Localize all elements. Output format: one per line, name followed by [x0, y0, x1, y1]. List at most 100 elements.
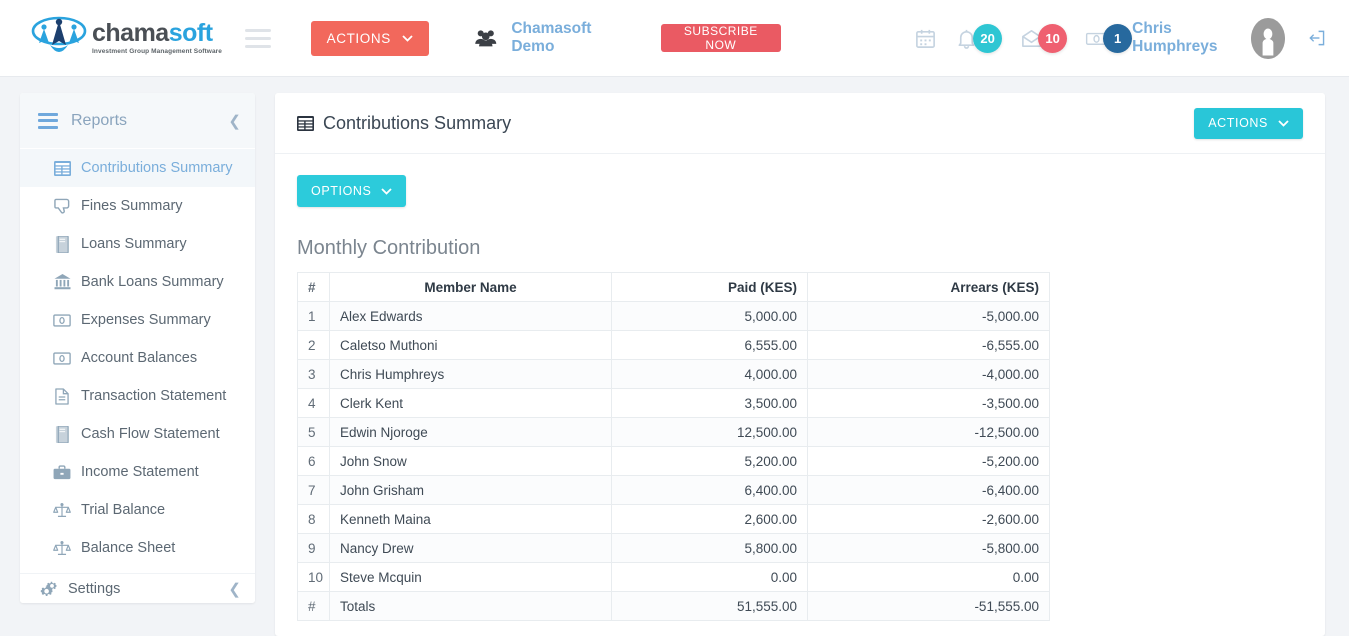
sidebar-item-fines-summary[interactable]: Fines Summary — [20, 187, 255, 225]
user-area: Chris Humphreys — [1132, 17, 1327, 59]
col-header-member-name: Member Name — [329, 272, 612, 302]
panel-actions-label: ACTIONS — [1208, 116, 1268, 130]
payments-notification[interactable]: 1 — [1085, 23, 1133, 53]
row-index: 10 — [297, 562, 330, 592]
group-name-label[interactable]: Chamasoft Demo — [511, 20, 618, 56]
sidebar-item-label: Balance Sheet — [81, 540, 176, 556]
table-report-icon — [53, 159, 71, 177]
row-arrears: 0.00 — [807, 562, 1050, 592]
table-row[interactable]: 5 Edwin Njoroge 12,500.00 -12,500.00 — [297, 417, 1050, 447]
totals-arrears: -51,555.00 — [807, 591, 1050, 621]
hamburger-bar — [245, 28, 271, 32]
sidebar-collapse-icon[interactable]: ❮ — [228, 112, 241, 130]
subscribe-now-button[interactable]: SUBSCRIBE NOW — [660, 24, 782, 52]
row-arrears: -5,800.00 — [807, 533, 1050, 563]
options-button[interactable]: OPTIONS — [297, 175, 407, 207]
sidebar-item-label: Fines Summary — [81, 198, 183, 214]
row-index: 8 — [297, 504, 330, 534]
panel-header: Contributions Summary ACTIONS — [275, 93, 1325, 154]
row-paid: 3,500.00 — [611, 388, 808, 418]
row-paid: 5,200.00 — [611, 446, 808, 476]
row-index: 2 — [297, 330, 330, 360]
money-icon — [53, 349, 71, 367]
row-index: 5 — [297, 417, 330, 447]
row-arrears: -6,400.00 — [807, 475, 1050, 505]
hamburger-bar — [245, 36, 271, 40]
table-row[interactable]: 1 Alex Edwards 5,000.00 -5,000.00 — [297, 301, 1050, 331]
contributions-table: # Member Name Paid (KES) Arrears (KES) 1… — [297, 272, 1050, 621]
messages-notification[interactable]: 10 — [1020, 23, 1068, 53]
panel-actions-button[interactable]: ACTIONS — [1194, 107, 1303, 139]
avatar[interactable] — [1251, 17, 1286, 59]
row-member-name: Chris Humphreys — [329, 359, 612, 389]
row-arrears: -5,000.00 — [807, 301, 1050, 331]
app-logo[interactable]: chamasoft Investment Group Management So… — [30, 15, 222, 61]
sidebar-item-settings[interactable]: Settings ❮ — [20, 573, 255, 603]
sidebar-item-account-balances[interactable]: Account Balances — [20, 339, 255, 377]
page-title: Contributions Summary — [323, 112, 512, 133]
sidebar-menu: Contributions Summary Fines Summary Loans … — [20, 149, 255, 567]
sidebar-item-balance-sheet[interactable]: Balance Sheet — [20, 529, 255, 567]
row-member-name: Alex Edwards — [329, 301, 612, 331]
table-row[interactable]: 2 Caletso Muthoni 6,555.00 -6,555.00 — [297, 330, 1050, 360]
chevron-down-icon — [381, 187, 393, 195]
sidebar-item-transaction-statement[interactable]: Transaction Statement — [20, 377, 255, 415]
row-arrears: -4,000.00 — [807, 359, 1050, 389]
row-paid: 4,000.00 — [611, 359, 808, 389]
sidebar-item-contributions-summary[interactable]: Contributions Summary — [20, 149, 255, 187]
row-paid: 2,600.00 — [611, 504, 808, 534]
row-member-name: Caletso Muthoni — [329, 330, 612, 360]
user-name-label[interactable]: Chris Humphreys — [1132, 20, 1239, 56]
sidebar-item-income-statement[interactable]: Income Statement — [20, 453, 255, 491]
table-row[interactable]: 8 Kenneth Maina 2,600.00 -2,600.00 — [297, 504, 1050, 534]
settings-label: Settings — [68, 580, 121, 597]
calendar-notification[interactable] — [914, 27, 937, 50]
row-member-name: Kenneth Maina — [329, 504, 612, 534]
sidebar-item-bank-loans-summary[interactable]: Bank Loans Summary — [20, 263, 255, 301]
menu-toggle-icon[interactable] — [245, 24, 271, 53]
row-paid: 6,555.00 — [611, 330, 808, 360]
bar — [38, 112, 58, 116]
row-arrears: -12,500.00 — [807, 417, 1050, 447]
row-member-name: John Grisham — [329, 475, 612, 505]
row-member-name: Edwin Njoroge — [329, 417, 612, 447]
briefcase-icon — [53, 463, 71, 481]
settings-chevron-icon[interactable]: ❮ — [228, 580, 241, 598]
main-panel: Contributions Summary ACTIONS OPTIONS Mo… — [275, 93, 1325, 636]
totals-paid: 51,555.00 — [611, 591, 808, 621]
sidebar-item-trial-balance[interactable]: Trial Balance — [20, 491, 255, 529]
options-label: OPTIONS — [311, 184, 372, 198]
sidebar-item-label: Income Statement — [81, 464, 199, 480]
row-index: 3 — [297, 359, 330, 389]
chevron-down-icon — [1278, 119, 1289, 127]
table-row[interactable]: 6 John Snow 5,200.00 -5,200.00 — [297, 446, 1050, 476]
bank-icon — [53, 273, 71, 291]
topbar-actions-button[interactable]: ACTIONS — [310, 20, 429, 56]
table-row[interactable]: 9 Nancy Drew 5,800.00 -5,800.00 — [297, 533, 1050, 563]
table-row[interactable]: 7 John Grisham 6,400.00 -6,400.00 — [297, 475, 1050, 505]
row-index: 4 — [297, 388, 330, 418]
hamburger-bar — [245, 44, 271, 48]
sidebar-item-label: Contributions Summary — [81, 160, 233, 176]
table-row[interactable]: 3 Chris Humphreys 4,000.00 -4,000.00 — [297, 359, 1050, 389]
table-body: 1 Alex Edwards 5,000.00 -5,000.00 2 Caletso M… — [297, 301, 1050, 592]
logout-icon[interactable] — [1307, 26, 1327, 50]
topbar-actions-label: ACTIONS — [326, 30, 391, 46]
sidebar-item-cash-flow-statement[interactable]: Cash Flow Statement — [20, 415, 255, 453]
table-report-icon — [297, 115, 314, 131]
row-index: 1 — [297, 301, 330, 331]
sidebar-item-loans-summary[interactable]: Loans Summary — [20, 225, 255, 263]
bar — [38, 125, 58, 129]
sidebar-item-expenses-summary[interactable]: Expenses Summary — [20, 301, 255, 339]
col-header-index: # — [297, 272, 330, 302]
group-users-icon — [475, 30, 497, 47]
alerts-notification[interactable]: 20 — [955, 23, 1003, 53]
row-paid: 0.00 — [611, 562, 808, 592]
row-index: 9 — [297, 533, 330, 563]
sidebar-item-label: Loans Summary — [81, 236, 187, 252]
table-row[interactable]: 10 Steve Mcquin 0.00 0.00 — [297, 562, 1050, 592]
avatar-silhouette-icon — [1251, 21, 1286, 55]
col-header-arrears: Arrears (KES) — [807, 272, 1050, 302]
group-selector[interactable]: Chamasoft Demo — [474, 20, 619, 56]
table-row[interactable]: 4 Clerk Kent 3,500.00 -3,500.00 — [297, 388, 1050, 418]
